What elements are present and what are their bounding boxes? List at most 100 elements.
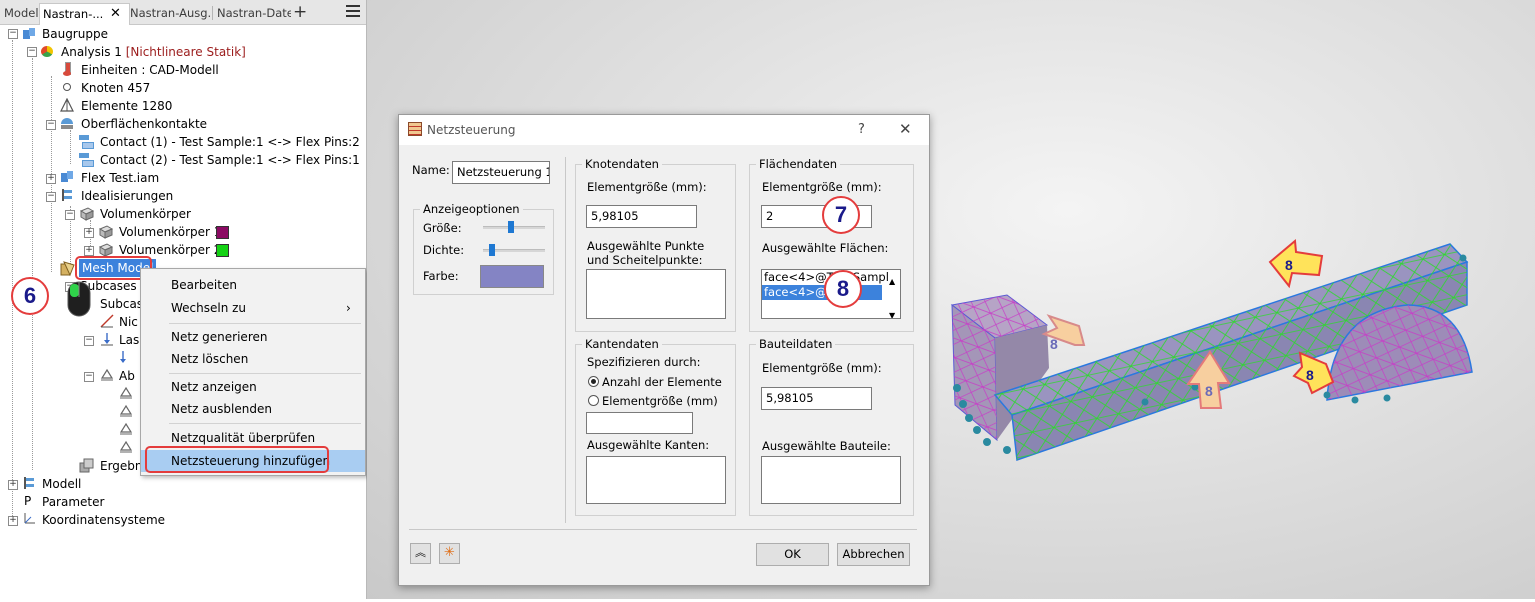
tree-item-idealizations[interactable]: Idealisierungen xyxy=(81,187,173,205)
name-field[interactable]: Netzsteuerung 1 xyxy=(452,161,550,184)
tree-item-results[interactable]: Ergebn xyxy=(100,457,143,475)
mesh-control-dialog: Netzsteuerung ? ✕ Name: Netzsteuerung 1 … xyxy=(398,114,930,586)
edge-value-field[interactable] xyxy=(586,412,693,434)
callout-badge-7: 7 xyxy=(822,196,860,234)
tree-item-contacts[interactable]: Oberflächenkontakte xyxy=(81,115,207,133)
expander-icon[interactable]: + xyxy=(8,480,18,490)
add-mesh-control-highlight xyxy=(145,446,329,473)
edge-spec-label: Spezifizieren durch: xyxy=(587,355,701,369)
tree-item-ab[interactable]: Ab xyxy=(119,367,135,385)
ok-button[interactable]: OK xyxy=(756,543,829,566)
constraint-icon xyxy=(119,386,133,400)
svg-text:8: 8 xyxy=(1306,367,1314,383)
menu-item-edit[interactable]: Bearbeiten xyxy=(141,274,365,296)
callout-arrow-right: 8 xyxy=(1292,351,1335,395)
tree-item-contact-2[interactable]: Contact (2) - Test Sample:1 <-> Flex Pin… xyxy=(100,151,360,169)
size-label: Größe: xyxy=(423,221,462,235)
part-elsize-field[interactable]: 5,98105 xyxy=(761,387,872,410)
constraint-icon xyxy=(119,422,133,436)
browser-tabs: Modell Nastran-... ✕ Nastran-Ausg... Nas… xyxy=(0,0,366,25)
face-list-item-selected[interactable]: face<4>@F xyxy=(762,285,882,300)
node-points-list[interactable] xyxy=(586,269,726,319)
add-tab-icon[interactable]: + xyxy=(293,2,307,22)
expander-icon[interactable]: + xyxy=(84,228,94,238)
part-elsize-label: Elementgröße (mm): xyxy=(762,361,882,375)
element-size-label: Elementgröße (mm) xyxy=(602,394,718,408)
menu-item-delete-mesh[interactable]: Netz löschen xyxy=(141,348,365,370)
color-swatch-button[interactable] xyxy=(480,265,544,288)
node-points-label: Ausgewählte Punkte und Scheitelpunkte: xyxy=(587,239,705,267)
menu-item-switch[interactable]: Wechseln zu › xyxy=(141,297,365,319)
element-size-radio[interactable] xyxy=(588,395,599,406)
tree-item-modell[interactable]: Modell xyxy=(42,475,81,493)
contact-icon xyxy=(60,116,74,130)
tree-item-solids[interactable]: Volumenkörper xyxy=(100,205,191,223)
solid-cube-icon xyxy=(98,242,114,257)
mesh-model-icon xyxy=(60,261,75,277)
tab-nastran-file[interactable]: Nastran-Datei xyxy=(217,3,291,24)
expander-icon[interactable]: − xyxy=(84,372,94,382)
expander-icon[interactable]: − xyxy=(46,192,56,202)
node-elsize-field[interactable]: 5,98105 xyxy=(586,205,697,228)
constraint-icon xyxy=(119,404,133,418)
tree-item-units[interactable]: Einheiten : CAD-Modell xyxy=(81,61,219,79)
tab-nastran-label: Nastran-... xyxy=(43,7,104,21)
tree-item-parameter[interactable]: Parameter xyxy=(42,493,104,511)
tab-close-icon[interactable]: ✕ xyxy=(110,4,121,24)
menu-item-show-mesh[interactable]: Netz anzeigen xyxy=(141,376,365,398)
menu-icon[interactable] xyxy=(346,5,360,18)
new-control-button[interactable]: ✳ xyxy=(439,543,460,564)
tree-item-subcase[interactable]: Subcas xyxy=(100,295,143,313)
footer-divider xyxy=(409,529,917,530)
tree-item-las[interactable]: Las xyxy=(119,331,139,349)
expander-icon[interactable]: + xyxy=(8,516,18,526)
expander-icon[interactable]: − xyxy=(8,29,18,39)
tab-nastran[interactable]: Nastran-... ✕ xyxy=(39,3,130,25)
collapse-button[interactable]: ︽ xyxy=(410,543,431,564)
density-slider-thumb[interactable] xyxy=(488,244,495,256)
tree-item-coordinate-systems[interactable]: Koordinatensysteme xyxy=(42,511,165,529)
parts-list[interactable] xyxy=(761,456,901,504)
mesh-grid-icon xyxy=(408,122,422,136)
tree-item-elements[interactable]: Elemente 1280 xyxy=(81,97,172,115)
dialog-title: Netzsteuerung xyxy=(427,123,516,137)
callout-arrow-top: 8 xyxy=(1268,239,1324,289)
assembly-icon xyxy=(60,170,74,184)
menu-item-generate-mesh[interactable]: Netz generieren xyxy=(141,326,365,348)
tree-item-nodes[interactable]: Knoten 457 xyxy=(81,79,150,97)
menu-item-hide-mesh[interactable]: Netz ausblenden xyxy=(141,398,365,420)
double-chevron-up-icon: ︽ xyxy=(415,546,426,559)
tab-modell[interactable]: Modell xyxy=(4,3,38,24)
tab-nastran-output[interactable]: Nastran-Ausg... xyxy=(130,3,210,24)
tree-item-analysis[interactable]: Analysis 1 [Nichtlineare Statik] xyxy=(61,43,246,61)
expander-icon[interactable]: + xyxy=(46,174,56,184)
callout-badge-8: 8 xyxy=(824,270,862,308)
faces-label: Ausgewählte Flächen: xyxy=(762,241,889,255)
expander-icon[interactable]: − xyxy=(27,47,37,57)
edges-label: Ausgewählte Kanten: xyxy=(587,438,710,452)
tree-item-flex-test[interactable]: Flex Test.iam xyxy=(81,169,159,187)
element-count-radio[interactable] xyxy=(588,376,599,387)
expander-icon[interactable]: − xyxy=(46,120,56,130)
tree-item-nic[interactable]: Nic xyxy=(119,313,138,331)
expander-icon[interactable]: − xyxy=(84,336,94,346)
assembly-icon xyxy=(22,27,36,41)
tree-item-contact-1[interactable]: Contact (1) - Test Sample:1 <-> Flex Pin… xyxy=(100,133,360,151)
expander-icon[interactable]: + xyxy=(84,246,94,256)
scroll-down-icon[interactable]: ▼ xyxy=(889,306,895,318)
scroll-up-icon[interactable]: ▲ xyxy=(889,272,895,292)
edges-list[interactable] xyxy=(586,456,726,504)
size-slider-thumb[interactable] xyxy=(508,221,515,233)
cancel-button[interactable]: Abbrechen xyxy=(837,543,910,566)
node-icon xyxy=(60,80,74,94)
element-icon xyxy=(60,97,74,112)
svg-text:8: 8 xyxy=(1205,383,1213,399)
help-button[interactable]: ? xyxy=(858,122,865,137)
close-icon[interactable]: ✕ xyxy=(899,120,912,138)
dialog-divider xyxy=(565,157,566,523)
tree-item-baugruppe[interactable]: Baugruppe xyxy=(42,25,108,43)
callout-badge-6: 6 xyxy=(11,277,49,315)
tree-item-solid-1[interactable]: Volumenkörper 1 xyxy=(119,223,221,241)
expander-icon[interactable]: − xyxy=(65,210,75,220)
coordinate-system-icon xyxy=(22,512,36,526)
